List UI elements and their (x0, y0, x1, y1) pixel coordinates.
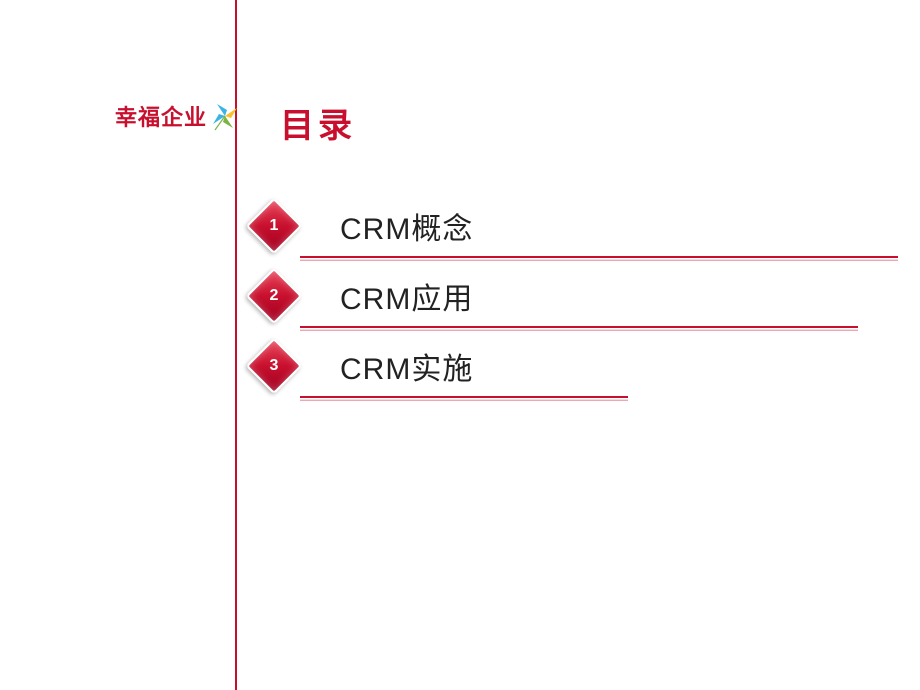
pinwheel-icon (209, 100, 241, 132)
toc-number: 3 (270, 357, 279, 375)
logo: 幸福企业 (115, 100, 241, 132)
toc-number: 1 (270, 217, 279, 235)
page-title: 目录 (280, 98, 356, 147)
toc-label: CRM概念 (340, 204, 473, 248)
number-diamond-icon: 2 (248, 270, 300, 322)
logo-text: 幸福企业 (115, 100, 207, 132)
toc-number: 2 (270, 287, 279, 305)
table-of-contents: 1 CRM概念 2 CRM应用 3 CRM实施 (248, 200, 858, 410)
underline (300, 396, 628, 398)
toc-item-1: 1 CRM概念 (248, 200, 858, 252)
underline (300, 326, 858, 328)
toc-label: CRM应用 (340, 274, 473, 318)
toc-item-3: 3 CRM实施 (248, 340, 858, 392)
underline (300, 256, 898, 258)
number-diamond-icon: 3 (248, 340, 300, 392)
toc-item-2: 2 CRM应用 (248, 270, 858, 322)
toc-label: CRM实施 (340, 344, 473, 388)
number-diamond-icon: 1 (248, 200, 300, 252)
